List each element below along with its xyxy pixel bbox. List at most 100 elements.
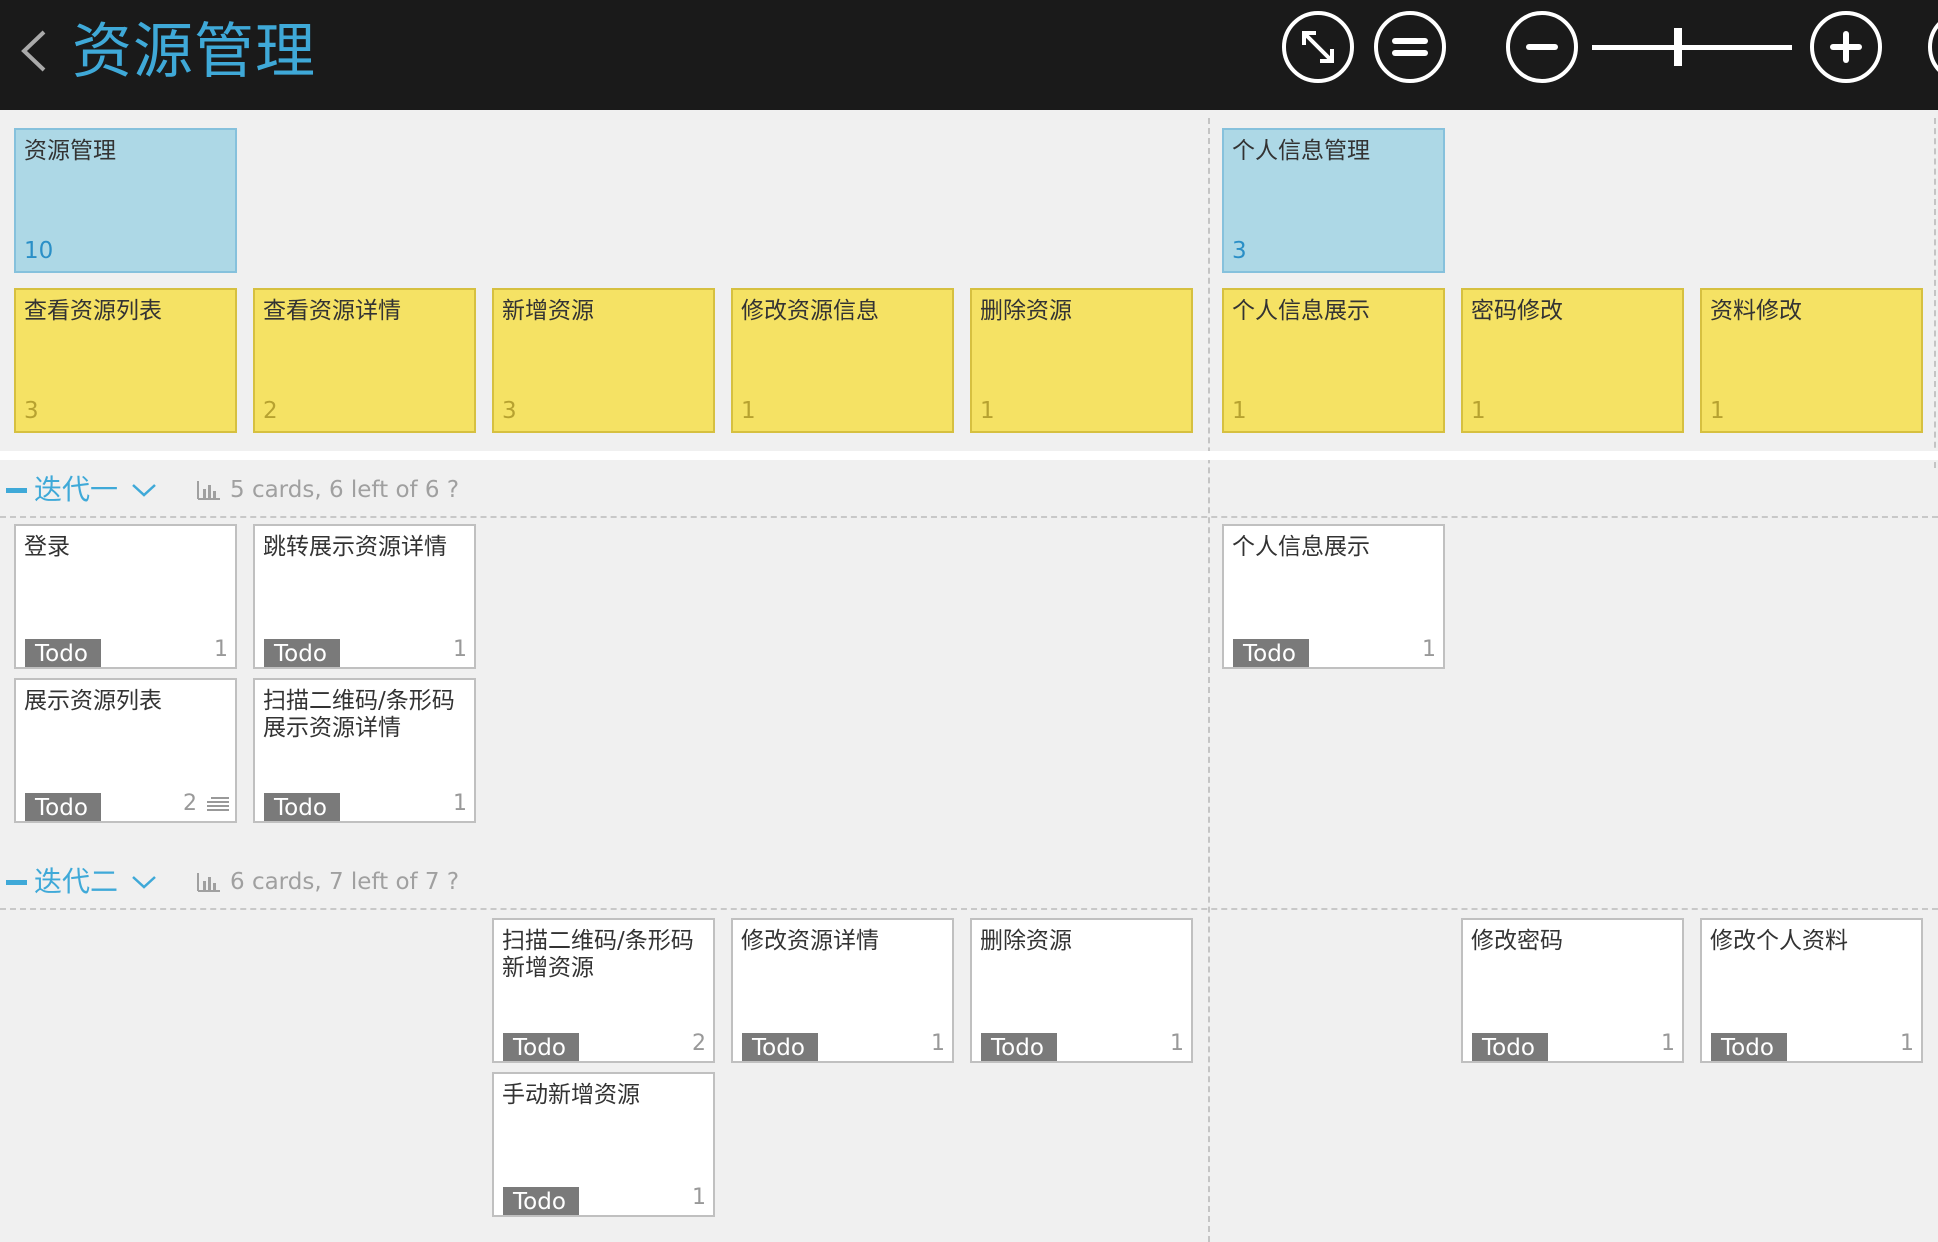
bar-chart-icon[interactable] [196, 872, 220, 892]
story-points: 1 [1661, 1031, 1675, 1056]
card-title: 查看资源列表 [24, 298, 162, 324]
card-title: 扫描二维码/条形码新增资源 [502, 928, 694, 981]
top-bar: 资源管理 [0, 0, 1938, 110]
zoom-slider[interactable] [1592, 28, 1792, 66]
feature-card[interactable]: 查看资源详情 2 [253, 288, 476, 433]
status-badge[interactable]: Todo [503, 1187, 579, 1215]
story-card[interactable]: 删除资源 Todo 1 [970, 918, 1193, 1063]
feature-card[interactable]: 查看资源列表 3 [14, 288, 237, 433]
zoom-slider-thumb[interactable] [1674, 28, 1682, 66]
story-card[interactable]: 扫描二维码/条形码展示资源详情 Todo 1 [253, 678, 476, 823]
card-title: 跳转展示资源详情 [263, 534, 447, 560]
story-points: 1 [453, 637, 467, 662]
status-badge[interactable]: Todo [1472, 1033, 1548, 1061]
story-card[interactable]: 个人信息展示 Todo 1 [1222, 524, 1445, 669]
story-points: 1 [931, 1031, 945, 1056]
card-title: 密码修改 [1471, 298, 1563, 324]
story-points: 1 [1422, 637, 1436, 662]
card-title: 查看资源详情 [263, 298, 401, 324]
story-card[interactable]: 修改个人资料 Todo 1 [1700, 918, 1923, 1063]
iteration-name[interactable]: 迭代二 [34, 864, 118, 900]
feature-card[interactable]: 删除资源 1 [970, 288, 1193, 433]
iteration-name[interactable]: 迭代一 [34, 472, 118, 508]
collapse-icon[interactable] [6, 488, 27, 493]
epic-card[interactable]: 资源管理 10 [14, 128, 237, 273]
story-card[interactable]: 登录 Todo 1 [14, 524, 237, 669]
card-title: 展示资源列表 [24, 688, 162, 714]
column-divider [1934, 118, 1936, 468]
card-title: 删除资源 [980, 928, 1072, 954]
zoom-in-button[interactable] [1810, 11, 1882, 83]
iteration-divider [0, 908, 1938, 910]
bar-chart-icon[interactable] [196, 480, 220, 500]
page-title: 资源管理 [72, 17, 316, 87]
status-badge[interactable]: Todo [1233, 639, 1309, 667]
card-title: 新增资源 [502, 298, 594, 324]
story-points: 1 [692, 1185, 706, 1210]
card-title: 个人信息管理 [1232, 138, 1370, 164]
story-points: 1 [1170, 1031, 1184, 1056]
status-badge[interactable]: Todo [742, 1033, 818, 1061]
status-badge[interactable]: Todo [981, 1033, 1057, 1061]
feature-card[interactable]: 资料修改 1 [1700, 288, 1923, 433]
card-title: 修改资源信息 [741, 298, 879, 324]
story-points: 2 [183, 791, 197, 816]
story-card[interactable]: 修改资源详情 Todo 1 [731, 918, 954, 1063]
feature-card[interactable]: 个人信息展示 1 [1222, 288, 1445, 433]
card-title: 个人信息展示 [1232, 534, 1370, 560]
zoom-out-icon [1526, 44, 1558, 50]
feature-card[interactable]: 密码修改 1 [1461, 288, 1684, 433]
menu-button[interactable] [1374, 11, 1446, 83]
backbone-separator [0, 451, 1938, 460]
status-badge[interactable]: Todo [25, 793, 101, 821]
card-title: 资料修改 [1710, 298, 1802, 324]
card-title: 修改个人资料 [1710, 928, 1848, 954]
status-badge[interactable]: Todo [25, 639, 101, 667]
iteration-stats: 6 cards, 7 left of 7 ? [230, 869, 460, 895]
story-card[interactable]: 扫描二维码/条形码新增资源 Todo 2 [492, 918, 715, 1063]
card-count: 1 [980, 398, 995, 424]
more-button[interactable] [1928, 11, 1938, 83]
fullscreen-button[interactable] [1282, 11, 1354, 83]
chevron-down-icon[interactable] [131, 874, 157, 890]
card-count: 1 [1232, 398, 1247, 424]
story-points: 1 [453, 791, 467, 816]
story-card[interactable]: 手动新增资源 Todo 1 [492, 1072, 715, 1217]
fullscreen-icon [1302, 31, 1334, 63]
epic-card[interactable]: 个人信息管理 3 [1222, 128, 1445, 273]
zoom-slider-track [1592, 45, 1792, 50]
zoom-out-button[interactable] [1506, 11, 1578, 83]
card-count: 3 [1232, 238, 1247, 264]
iteration-header: 迭代一 5 cards, 6 left of 6 ? [0, 466, 1206, 514]
feature-card[interactable]: 修改资源信息 1 [731, 288, 954, 433]
card-count: 1 [741, 398, 756, 424]
chevron-left-icon[interactable] [16, 26, 52, 76]
story-points: 2 [692, 1031, 706, 1056]
collapse-icon[interactable] [6, 880, 27, 885]
card-title: 删除资源 [980, 298, 1072, 324]
column-divider [1208, 118, 1210, 1242]
status-badge[interactable]: Todo [264, 793, 340, 821]
story-map-board: 资源管理 10 个人信息管理 3 查看资源列表 3 查看资源详情 2 新增资源 … [0, 110, 1938, 1242]
story-card[interactable]: 跳转展示资源详情 Todo 1 [253, 524, 476, 669]
status-badge[interactable]: Todo [264, 639, 340, 667]
card-title: 登录 [24, 534, 70, 560]
chevron-down-icon[interactable] [131, 482, 157, 498]
story-points: 1 [214, 637, 228, 662]
story-points: 1 [1900, 1031, 1914, 1056]
iteration-divider [0, 516, 1938, 518]
iteration-header: 迭代二 6 cards, 7 left of 7 ? [0, 858, 1206, 906]
menu-icon [1392, 38, 1428, 56]
card-title: 手动新增资源 [502, 1082, 640, 1108]
card-title: 资源管理 [24, 138, 116, 164]
story-card[interactable]: 展示资源列表 Todo 2 [14, 678, 237, 823]
card-count: 10 [24, 238, 54, 264]
zoom-in-icon [1830, 31, 1862, 63]
story-card[interactable]: 修改密码 Todo 1 [1461, 918, 1684, 1063]
status-badge[interactable]: Todo [1711, 1033, 1787, 1061]
card-count: 2 [263, 398, 278, 424]
status-badge[interactable]: Todo [503, 1033, 579, 1061]
feature-card[interactable]: 新增资源 3 [492, 288, 715, 433]
card-count: 3 [24, 398, 39, 424]
iteration-stats: 5 cards, 6 left of 6 ? [230, 477, 460, 503]
